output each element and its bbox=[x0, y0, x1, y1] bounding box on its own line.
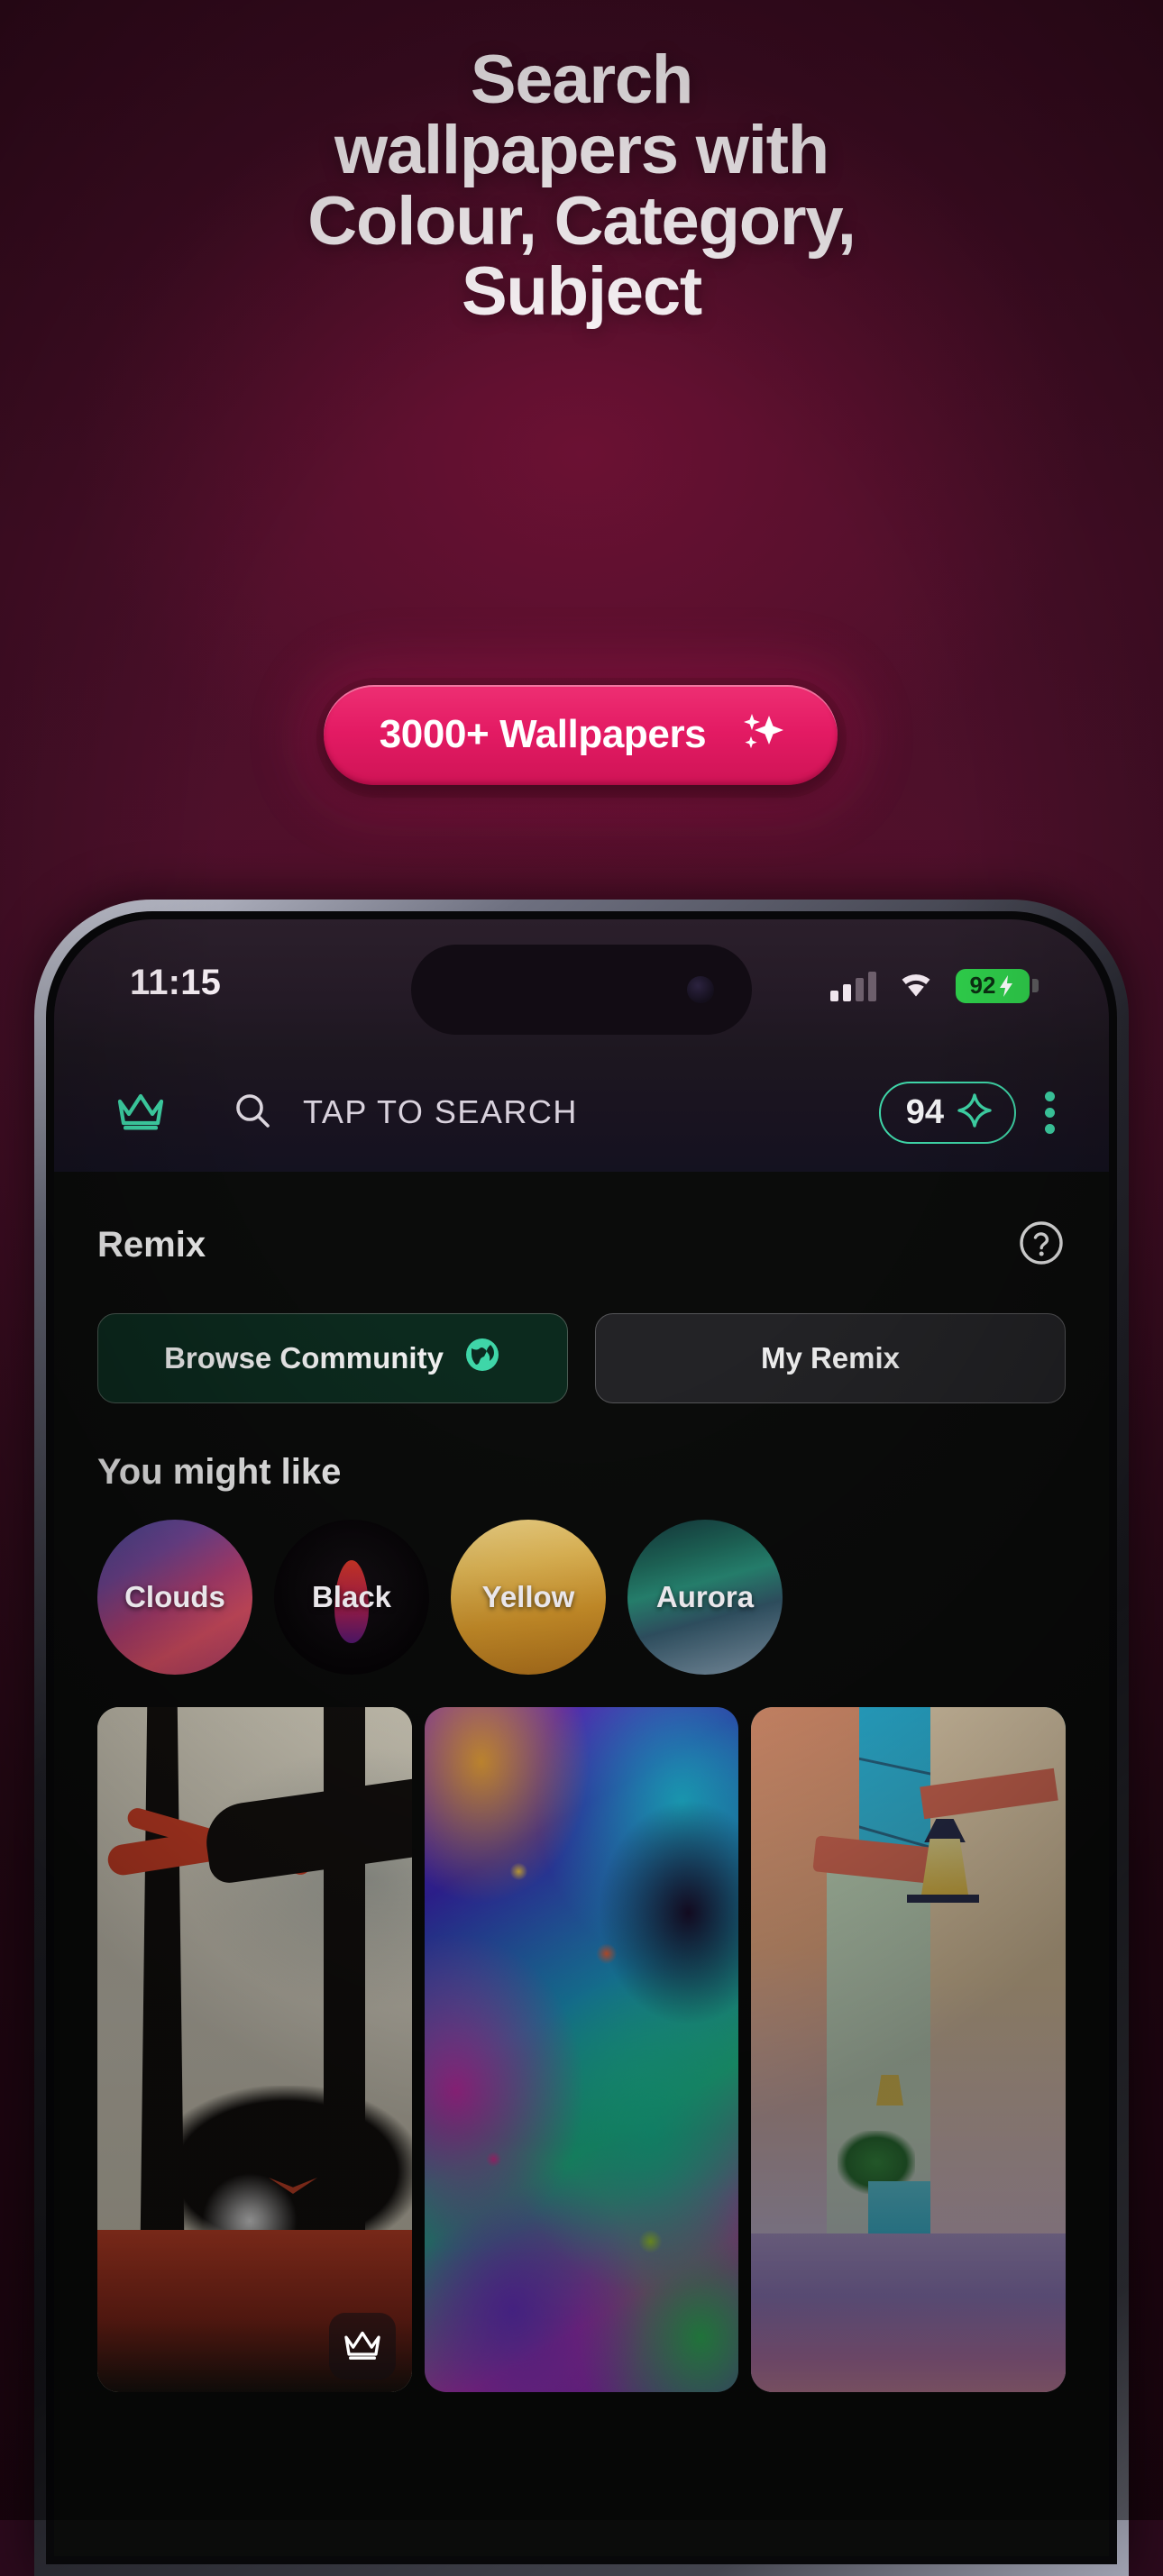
headline-line-3: Colour, Category, bbox=[307, 182, 856, 260]
app-content: Remix Browse Community My Remix You migh… bbox=[54, 1172, 1109, 2556]
headline-line-1: Search bbox=[470, 41, 693, 118]
wallpaper-count-badge-wrap: 3000+ Wallpapers bbox=[0, 678, 1163, 798]
phone-mockup: 11:15 92 TAP TO SEARCH 94 Remix Browse C… bbox=[34, 900, 1129, 2576]
my-remix-button[interactable]: My Remix bbox=[595, 1313, 1066, 1403]
wallpaper-card-fluid-abstract[interactable] bbox=[424, 1707, 739, 2392]
remix-title: Remix bbox=[97, 1225, 206, 1265]
sparkles-icon bbox=[738, 708, 785, 760]
battery-icon: 92 bbox=[956, 968, 1039, 1003]
badge-glow: 3000+ Wallpapers bbox=[316, 678, 847, 798]
wallpaper-card-mediterranean-street[interactable] bbox=[751, 1707, 1067, 2392]
remix-section-header: Remix bbox=[54, 1172, 1109, 1272]
wifi-icon bbox=[896, 968, 936, 1003]
my-remix-label: My Remix bbox=[760, 1341, 901, 1375]
browse-community-label: Browse Community bbox=[164, 1341, 444, 1375]
suggestion-chip-aurora[interactable]: Aurora bbox=[627, 1520, 783, 1675]
chip-label: Aurora bbox=[655, 1580, 755, 1613]
front-camera-icon bbox=[687, 976, 714, 1003]
premium-crown-badge bbox=[328, 2313, 396, 2380]
cellular-signal-icon bbox=[830, 971, 876, 1001]
headline-line-4: Subject bbox=[461, 252, 702, 330]
search-bar[interactable]: TAP TO SEARCH bbox=[233, 1091, 879, 1135]
headline-line-2: wallpapers with bbox=[334, 112, 829, 189]
battery-tip bbox=[1032, 979, 1039, 992]
chip-label: Yellow bbox=[481, 1580, 575, 1613]
wallpaper-count-badge[interactable]: 3000+ Wallpapers bbox=[323, 685, 838, 785]
dynamic-island bbox=[411, 945, 752, 1035]
crown-icon bbox=[343, 2327, 382, 2366]
suggestion-chip-black[interactable]: Black bbox=[274, 1520, 429, 1675]
battery-percent: 92 bbox=[969, 972, 996, 999]
suggestion-chips: Clouds Black Yellow Aurora bbox=[54, 1493, 1109, 1675]
suggestion-chip-clouds[interactable]: Clouds bbox=[97, 1520, 252, 1675]
charging-bolt-icon bbox=[1000, 974, 1013, 997]
help-circle-icon[interactable] bbox=[1017, 1219, 1066, 1272]
browse-community-button[interactable]: Browse Community bbox=[97, 1313, 568, 1403]
credits-pill[interactable]: 94 bbox=[878, 1081, 1016, 1144]
wallpaper-card-forest-lizard[interactable] bbox=[97, 1707, 412, 2392]
app-top-bar: TAP TO SEARCH 94 bbox=[54, 1053, 1109, 1172]
wallpaper-art-lamp-arm bbox=[907, 1895, 980, 1903]
more-vertical-icon[interactable] bbox=[1032, 1084, 1067, 1141]
wallpaper-grid bbox=[54, 1675, 1109, 2392]
suggestion-chip-yellow[interactable]: Yellow bbox=[451, 1520, 606, 1675]
phone-bezel: 11:15 92 TAP TO SEARCH 94 Remix Browse C… bbox=[46, 911, 1117, 2564]
status-indicators: 92 bbox=[830, 968, 1039, 1003]
status-clock: 11:15 bbox=[130, 963, 222, 1002]
credits-value: 94 bbox=[905, 1092, 944, 1131]
search-icon bbox=[233, 1091, 272, 1135]
globe-icon bbox=[463, 1336, 501, 1381]
promo-headline: Search wallpapers with Colour, Category,… bbox=[0, 41, 1163, 330]
chip-label: Clouds bbox=[124, 1580, 225, 1613]
badge-label: 3000+ Wallpapers bbox=[379, 711, 707, 756]
chip-label: Black bbox=[311, 1580, 392, 1613]
wallpaper-art-road bbox=[751, 2233, 1067, 2392]
phone-screen: 11:15 92 TAP TO SEARCH 94 Remix Browse C… bbox=[54, 919, 1109, 2556]
sparkle-diamond-icon bbox=[957, 1092, 993, 1133]
remix-tabs: Browse Community My Remix bbox=[54, 1272, 1109, 1403]
search-placeholder: TAP TO SEARCH bbox=[303, 1093, 578, 1130]
crown-icon[interactable] bbox=[115, 1090, 166, 1136]
you-might-like-title: You might like bbox=[97, 1452, 342, 1492]
status-bar: 11:15 92 bbox=[54, 919, 1109, 1053]
